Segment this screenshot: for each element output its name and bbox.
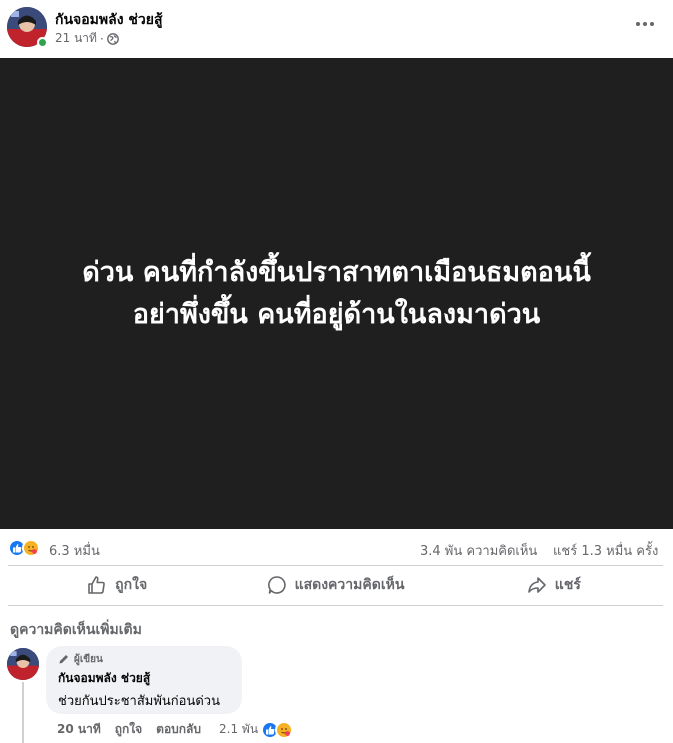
comment-author-avatar[interactable] bbox=[7, 648, 39, 680]
care-icon bbox=[275, 720, 294, 739]
pen-icon bbox=[59, 655, 68, 664]
reaction-icons[interactable] bbox=[8, 539, 48, 557]
post-media[interactable]: ด่วน คนที่กำลังขึ้นปราสาทตาเมือนธมตอนนี้… bbox=[0, 58, 673, 529]
comment-bubble-icon bbox=[267, 576, 286, 594]
view-more-comments-link[interactable]: ดูความคิดเห็นเพิ่มเติม bbox=[10, 619, 142, 641]
post-actions: ถูกใจ แสดงความคิดเห็น แชร์ bbox=[8, 566, 663, 604]
care-icon bbox=[22, 539, 40, 557]
comment-author-name[interactable]: กันจอมพลัง ช่วยสู้ bbox=[58, 669, 230, 688]
media-text: ด่วน คนที่กำลังขึ้นปราสาทตาเมือนธมตอนนี้… bbox=[27, 252, 647, 336]
comment-thread-line bbox=[22, 682, 24, 743]
comment-reply-button[interactable]: ตอบกลับ bbox=[156, 720, 201, 739]
comment-footer: 20 นาที ถูกใจ ตอบกลับ 2.1 พัน bbox=[57, 720, 295, 739]
like-label: ถูกใจ bbox=[115, 577, 148, 593]
comment-time[interactable]: 20 นาที bbox=[57, 720, 101, 739]
post-meta: 21 นาที · bbox=[55, 29, 119, 48]
comment-reaction-icons[interactable] bbox=[261, 720, 295, 739]
post-header: กันจอมพลัง ช่วยสู้ 21 นาที · bbox=[0, 0, 673, 58]
comment-reaction-count[interactable]: 2.1 พัน bbox=[219, 720, 258, 739]
divider-bottom bbox=[8, 605, 663, 606]
share-count[interactable]: แชร์ 1.3 หมื่น ครั้ง bbox=[553, 540, 658, 561]
more-options-button[interactable] bbox=[627, 10, 663, 38]
thumbs-up-icon bbox=[88, 576, 105, 594]
share-label: แชร์ bbox=[554, 577, 581, 593]
post-time[interactable]: 21 นาที bbox=[55, 29, 97, 48]
comment-label: แสดงความคิดเห็น bbox=[294, 577, 405, 593]
meta-separator: · bbox=[99, 31, 104, 46]
author-badge-label: ผู้เขียน bbox=[74, 653, 103, 665]
globe-icon bbox=[106, 32, 119, 45]
share-button[interactable]: แชร์ bbox=[445, 566, 663, 604]
share-arrow-icon bbox=[527, 577, 546, 593]
reaction-count[interactable]: 6.3 หมื่น bbox=[49, 540, 100, 561]
media-text-line-1: ด่วน คนที่กำลังขึ้นปราสาทตาเมือนธมตอนนี้ bbox=[82, 256, 591, 288]
post-author-name[interactable]: กันจอมพลัง ช่วยสู้ bbox=[55, 9, 163, 31]
author-avatar[interactable] bbox=[7, 7, 48, 48]
media-text-line-2: อย่าพึ่งขึ้น คนที่อยู่ด้านในลงมาด่วน bbox=[132, 298, 541, 330]
reactions-summary: 6.3 หมื่น 3.4 พัน ความคิดเห็น แชร์ 1.3 ห… bbox=[0, 529, 673, 567]
more-horizontal-icon bbox=[636, 22, 654, 26]
comment-text: ช่วยกันประชาสัมพันก่อนด่วน bbox=[58, 694, 220, 709]
like-button[interactable]: ถูกใจ bbox=[8, 566, 226, 604]
comment-like-button[interactable]: ถูกใจ bbox=[115, 720, 142, 739]
author-badge: ผู้เขียน bbox=[58, 652, 230, 666]
comment-count[interactable]: 3.4 พัน ความคิดเห็น bbox=[420, 540, 537, 561]
online-status-dot bbox=[37, 37, 48, 48]
comment-bubble: ผู้เขียน กันจอมพลัง ช่วยสู้ ช่วยกันประชา… bbox=[46, 646, 242, 714]
comment-button[interactable]: แสดงความคิดเห็น bbox=[226, 566, 444, 604]
